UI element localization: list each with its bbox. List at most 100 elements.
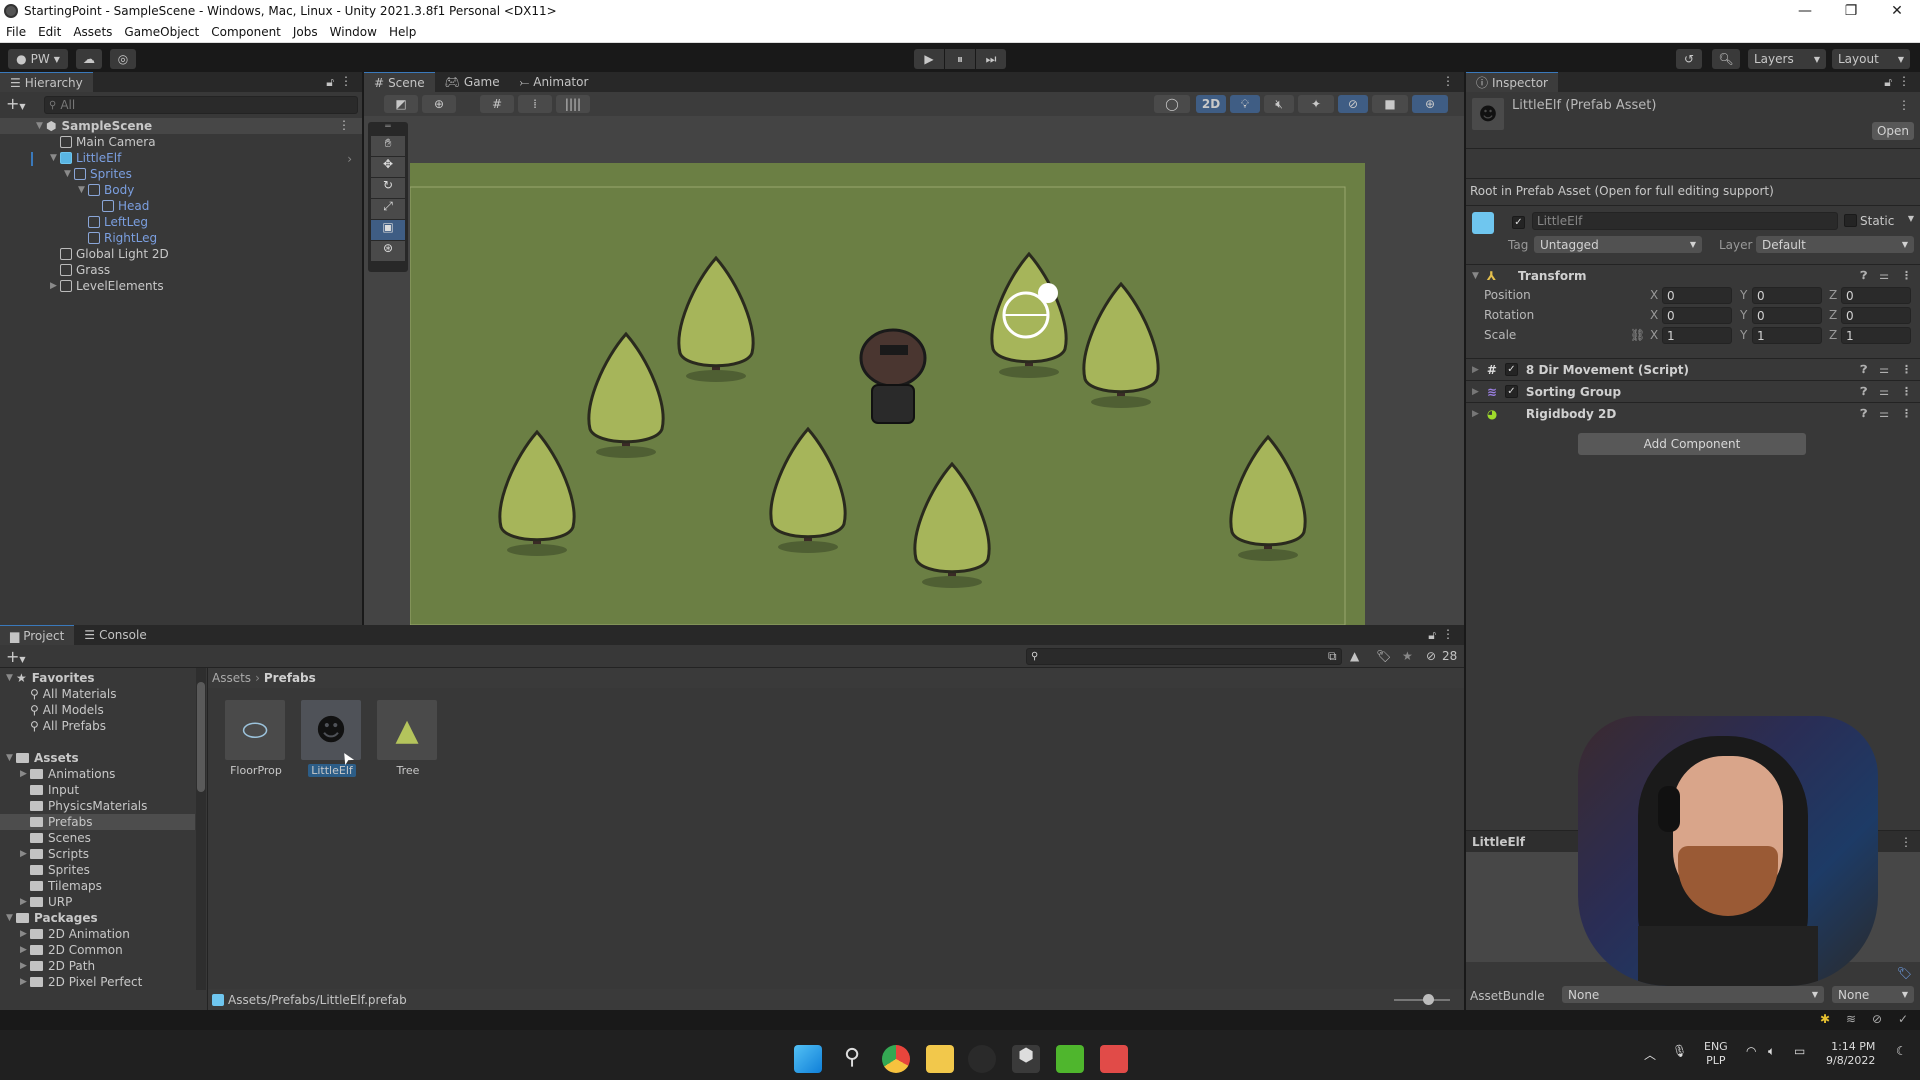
axis-label-y[interactable]: Y	[1740, 288, 1747, 302]
project-search-input[interactable]: ⚲	[1026, 648, 1342, 665]
expand-arrow-icon[interactable]: ▶	[1472, 409, 1479, 419]
position-y-field[interactable]: 0	[1752, 287, 1822, 304]
floorprop-thumbnail[interactable]: ⬭	[225, 700, 285, 760]
component-header[interactable]: ▶ ≋ ✓ Sorting Group ❓︎ ⚌ ⋮	[1466, 380, 1920, 402]
presets-icon[interactable]: ⚌	[1879, 385, 1889, 399]
component-enabled-checkbox[interactable]: ✓	[1504, 385, 1518, 398]
expand-arrow-icon[interactable]: ▶	[20, 769, 30, 779]
hierarchy-search-input[interactable]: ⚲ All	[44, 96, 358, 114]
chrome-icon[interactable]	[882, 1045, 910, 1073]
menu-help[interactable]: Help	[383, 25, 422, 39]
auto-generate-lighting-icon[interactable]: ⊘	[1872, 1012, 1882, 1026]
more-menu-icon[interactable]: ⋮	[1901, 407, 1912, 421]
help-icon[interactable]: ❓︎	[1861, 407, 1868, 421]
breadcrumb-prefabs[interactable]: Prefabs	[264, 671, 316, 685]
expand-arrow-icon[interactable]: ▼	[6, 753, 16, 763]
tab-console[interactable]: ☰ Console	[74, 625, 156, 645]
hand-tool[interactable]: ✋︎	[371, 136, 405, 156]
packages-folder[interactable]: ▼ Packages	[6, 910, 98, 926]
hierarchy-item[interactable]: ▶ LevelElements	[50, 278, 164, 294]
hierarchy-item[interactable]: ▼ Sprites	[64, 166, 132, 182]
pause-button[interactable]: ⏸	[945, 49, 975, 69]
hierarchy-item[interactable]: ▼ LittleElf	[50, 150, 121, 166]
camera-dropdown[interactable]: ■	[1372, 95, 1408, 113]
more-menu-icon[interactable]: ⋮	[1442, 74, 1454, 88]
language-indicator[interactable]: ENG PLP	[1704, 1040, 1728, 1068]
axis-label-z[interactable]: Z	[1829, 308, 1837, 322]
folder-item[interactable]: ▶ Scripts	[20, 846, 89, 862]
scale-z-field[interactable]: 1	[1841, 327, 1911, 344]
folder-item[interactable]: Input	[20, 782, 79, 798]
tag-dropdown[interactable]: Untagged ▼	[1534, 236, 1702, 253]
grid-snap-dropdown[interactable]: #	[480, 95, 514, 113]
account-dropdown[interactable]: ● PW ▼	[8, 49, 68, 69]
hierarchy-item[interactable]: ▼ Body	[78, 182, 134, 198]
snap-dropdown[interactable]: ⁞	[518, 95, 552, 113]
icon-size-slider[interactable]	[1394, 999, 1450, 1001]
search-taskbar-icon[interactable]: ⚲	[838, 1045, 866, 1073]
scene-row[interactable]: ▼ ⬢ SampleScene ⋮	[0, 118, 362, 134]
progress-icon[interactable]: ✓	[1898, 1012, 1908, 1026]
add-component-button[interactable]: Add Component	[1578, 433, 1806, 455]
scrollbar-thumb[interactable]	[197, 682, 205, 792]
object-name-input[interactable]: LittleElf	[1532, 212, 1838, 230]
microphone-icon[interactable]: 🎙︎	[1672, 1044, 1687, 1058]
expand-arrow-icon[interactable]: ▼	[6, 913, 16, 923]
chevron-up-icon[interactable]: ︿	[1644, 1046, 1656, 1063]
favorite-item[interactable]: ⚲ All Models	[30, 702, 104, 718]
gizmos-dropdown[interactable]: ⊕	[1412, 95, 1448, 113]
lock-icon[interactable]: 🔓︎	[1428, 628, 1436, 643]
cloud-button[interactable]: ☁	[76, 49, 102, 69]
hierarchy-item[interactable]: LeftLeg	[78, 214, 148, 230]
expand-arrow-icon[interactable]: ▶	[1472, 387, 1479, 397]
camtasia-green-icon[interactable]	[1056, 1045, 1084, 1073]
menu-component[interactable]: Component	[205, 25, 287, 39]
favorites-header[interactable]: ▼ ★ Favorites	[6, 670, 94, 686]
chevron-right-icon[interactable]: ›	[347, 152, 352, 166]
menu-gameobject[interactable]: GameObject	[118, 25, 205, 39]
more-menu-icon[interactable]: ⋮	[1900, 835, 1912, 849]
folder-item[interactable]: ▶ Animations	[20, 766, 115, 782]
static-dropdown[interactable]: ▼	[1908, 214, 1914, 223]
package-item[interactable]: ▶ 2D Common	[20, 942, 123, 958]
menu-assets[interactable]: Assets	[67, 25, 118, 39]
asset-item[interactable]: ⬭ FloorProp	[225, 700, 287, 790]
assetbundle-variant-dropdown[interactable]: None ▼	[1832, 986, 1914, 1003]
expand-arrow-icon[interactable]: ▶	[20, 929, 30, 939]
tab-hierarchy[interactable]: ☰ Hierarchy	[0, 72, 93, 92]
position-x-field[interactable]: 0	[1662, 287, 1732, 304]
rect-tool[interactable]: ▣	[371, 220, 405, 240]
alienware-icon[interactable]	[968, 1045, 996, 1073]
folder-item[interactable]: Tilemaps	[20, 878, 102, 894]
icon-size-slider-handle[interactable]	[1423, 994, 1434, 1005]
visibility-toggle[interactable]: ⊘	[1338, 95, 1368, 113]
folder-item[interactable]: PhysicsMaterials	[20, 798, 147, 814]
volume-icon[interactable]: 🔈︎	[1768, 1044, 1775, 1059]
tab-scene[interactable]: # Scene	[364, 72, 435, 92]
open-search-window-icon[interactable]: ⧉	[1328, 649, 1337, 664]
close-button[interactable]: ✕	[1874, 0, 1920, 22]
presets-icon[interactable]: ⚌	[1879, 269, 1889, 283]
collab-button[interactable]: ◎	[110, 49, 136, 69]
menu-file[interactable]: File	[0, 25, 32, 39]
presets-icon[interactable]: ⚌	[1879, 407, 1889, 421]
add-object-button[interactable]: +▼	[6, 94, 26, 113]
folder-tree-scrollbar[interactable]	[196, 668, 206, 990]
component-header[interactable]: ▶ # ✓ 8 Dir Movement (Script) ❓︎ ⚌ ⋮	[1466, 358, 1920, 380]
axis-label-x[interactable]: X	[1650, 288, 1658, 302]
expand-arrow-icon[interactable]: ▶	[20, 945, 30, 955]
hierarchy-item[interactable]: Grass	[50, 262, 110, 278]
more-menu-icon[interactable]: ⋮	[1898, 98, 1910, 112]
assets-folder[interactable]: ▼ Assets	[6, 750, 79, 766]
position-z-field[interactable]: 0	[1841, 287, 1911, 304]
hierarchy-item[interactable]: Head	[92, 198, 149, 214]
create-asset-button[interactable]: +▼	[6, 647, 26, 666]
axis-label-x[interactable]: X	[1650, 308, 1658, 322]
play-button[interactable]: ▶	[914, 49, 944, 69]
file-explorer-icon[interactable]	[926, 1045, 954, 1073]
static-checkbox[interactable]	[1844, 214, 1857, 227]
axis-label-z[interactable]: Z	[1829, 328, 1837, 342]
effects-dropdown[interactable]: ✦	[1298, 95, 1334, 113]
assetbundle-dropdown[interactable]: None ▼	[1562, 986, 1824, 1003]
audio-toggle[interactable]: 🔇︎	[1264, 95, 1294, 113]
